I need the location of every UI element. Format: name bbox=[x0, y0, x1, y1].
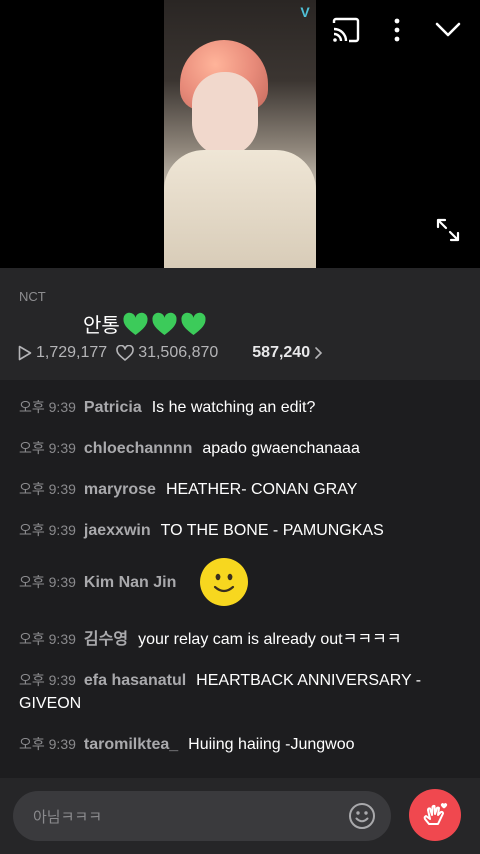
chat-message: 오후 9:39 taromilktea_ Huiing haiing -Jungwo… bbox=[19, 733, 464, 756]
message-text: Huiing haiing -Jungwoo bbox=[188, 736, 355, 753]
green-heart-icon bbox=[181, 312, 206, 335]
message-time: 오후 9:39 bbox=[19, 481, 76, 497]
fullscreen-icon[interactable] bbox=[432, 214, 464, 246]
green-heart-icon bbox=[123, 312, 148, 335]
message-time: 오후 9:39 bbox=[19, 440, 76, 456]
like-count-value: 31,506,870 bbox=[138, 344, 219, 361]
chat-message: 오후 9:39 Patricia Is he watching an edit? bbox=[19, 396, 464, 419]
emoji-icon[interactable] bbox=[348, 802, 376, 830]
chat-message: 오후 9:39 Kim Nan Jin bbox=[19, 558, 464, 606]
chat-message: 오후 9:39 chloechannnn apado gwaenchanaaa bbox=[19, 437, 464, 460]
chat-input[interactable] bbox=[31, 791, 335, 843]
video-title: 안통 bbox=[83, 309, 209, 338]
cast-icon[interactable] bbox=[330, 14, 362, 46]
finger-heart-icon bbox=[423, 803, 448, 825]
message-time: 오후 9:39 bbox=[19, 573, 76, 590]
message-text: HEATHER- CONAN GRAY bbox=[165, 481, 358, 498]
message-text: apado gwaenchanaaa bbox=[202, 440, 360, 457]
chat-message: 오후 9:39 efa hasanatul HEARTBACK ANNIVERSAR… bbox=[19, 669, 464, 715]
message-user[interactable]: Patricia bbox=[84, 399, 142, 416]
chat-list[interactable]: 오후 9:39 Patricia Is he watching an edit? 오… bbox=[0, 380, 480, 778]
video-subject-face bbox=[192, 72, 258, 156]
chevron-right-icon bbox=[315, 347, 323, 359]
comment-count-value: 587,240 bbox=[252, 344, 311, 361]
chat-message: 오후 9:39 김수영 your relay cam is already outㅋ… bbox=[19, 628, 464, 651]
chat-compose-bar bbox=[0, 778, 480, 854]
message-text: HEARTBACK ANNIVERSARY - GIVEON bbox=[19, 672, 422, 712]
video-frame bbox=[164, 0, 316, 268]
message-time: 오후 9:39 bbox=[19, 631, 76, 647]
chat-message: 오후 9:39 maryrose HEATHER- CONAN GRAY bbox=[19, 478, 464, 501]
comment-count-link[interactable]: 587,240 bbox=[252, 344, 329, 362]
message-user[interactable]: Kim Nan Jin bbox=[84, 571, 176, 594]
message-time: 오후 9:39 bbox=[19, 399, 76, 415]
channel-name[interactable]: NCT bbox=[19, 289, 46, 304]
message-text: TO THE BONE - PAMUNGKAS bbox=[160, 522, 384, 539]
chat-message: 오후 9:39 jaexxwin TO THE BONE - PAMUNGKAS bbox=[19, 519, 464, 542]
play-count-value: 1,729,177 bbox=[36, 344, 108, 361]
message-time: 오후 9:39 bbox=[19, 736, 76, 752]
message-user[interactable]: maryrose bbox=[84, 481, 156, 498]
video-subject-shirt bbox=[164, 150, 316, 268]
message-text: Is he watching an edit? bbox=[151, 399, 316, 416]
message-text: your relay cam is already outㅋㅋㅋㅋ bbox=[138, 631, 402, 648]
message-user[interactable]: jaexxwin bbox=[84, 522, 151, 539]
green-hearts bbox=[122, 311, 209, 337]
green-heart-icon bbox=[152, 312, 177, 335]
heart-outline-icon bbox=[116, 345, 134, 361]
message-time: 오후 9:39 bbox=[19, 672, 76, 688]
message-user[interactable]: taromilktea_ bbox=[84, 736, 178, 753]
vlive-logo: V bbox=[300, 4, 310, 20]
video-title-text: 안통 bbox=[83, 315, 120, 337]
message-user[interactable]: 김수영 bbox=[84, 631, 128, 648]
message-time: 오후 9:39 bbox=[19, 522, 76, 538]
message-user[interactable]: efa hasanatul bbox=[84, 672, 186, 689]
message-user[interactable]: chloechannnn bbox=[84, 440, 192, 457]
send-heart-button[interactable] bbox=[409, 789, 461, 841]
play-count: 1,729,177 bbox=[18, 344, 107, 362]
smiley-emoticon-icon bbox=[200, 558, 249, 606]
video-info-panel: NCT 안통 1,729,177 31,506,870 587,240 bbox=[0, 268, 480, 380]
video-player[interactable]: V bbox=[0, 0, 480, 268]
play-icon bbox=[18, 345, 32, 361]
chevron-down-icon[interactable] bbox=[432, 14, 464, 46]
like-count: 31,506,870 bbox=[116, 344, 218, 362]
more-options-icon[interactable] bbox=[381, 14, 413, 46]
chat-input-container[interactable] bbox=[13, 791, 391, 843]
video-stats: 1,729,177 31,506,870 587,240 bbox=[18, 344, 329, 362]
